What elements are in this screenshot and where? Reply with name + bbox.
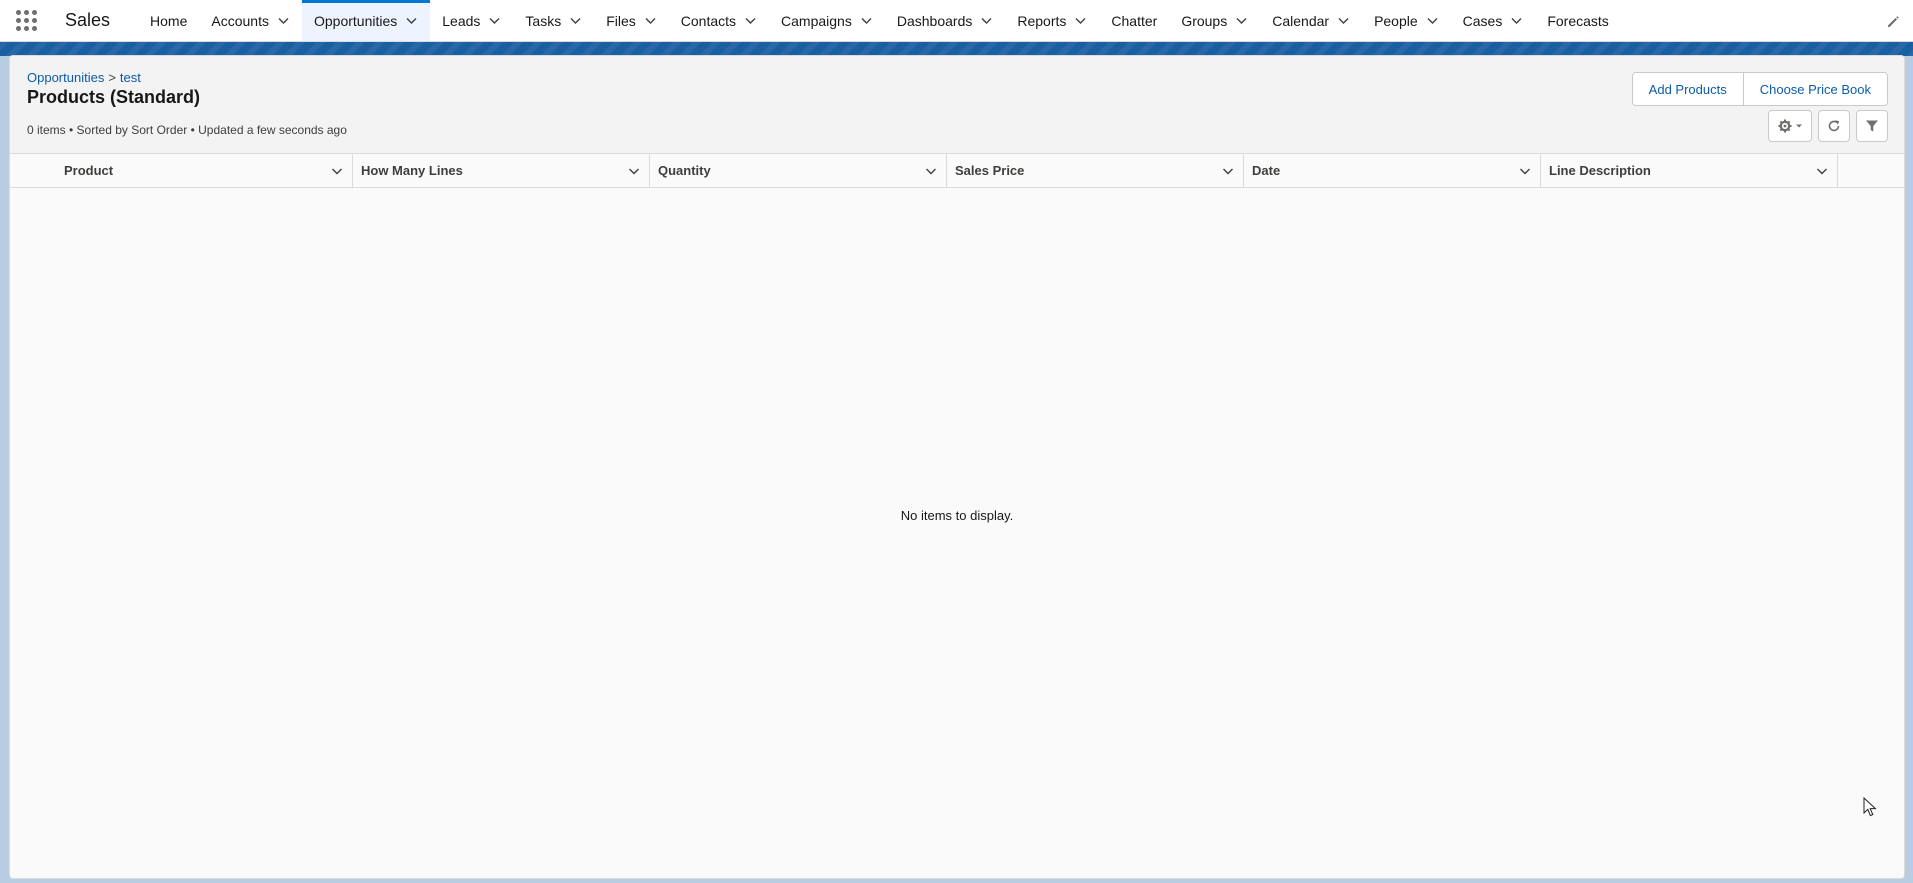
breadcrumb-opportunities-link[interactable]: Opportunities [27,70,104,85]
nav-tab-label: Chatter [1111,12,1158,29]
list-settings-button[interactable] [1768,110,1812,142]
nav-tab-label: Opportunities [313,12,398,29]
column-header-product[interactable]: Product [64,154,353,187]
filter-button[interactable] [1856,110,1888,142]
chevron-down-icon[interactable] [980,14,993,27]
nav-tab-groups[interactable]: Groups [1169,0,1260,41]
chevron-down-icon[interactable] [488,14,501,27]
nav-tab-dashboards[interactable]: Dashboards [885,0,1006,41]
chevron-down-icon[interactable] [1337,14,1350,27]
nav-tab-label: Groups [1181,12,1228,29]
app-launcher-icon [15,10,37,31]
nav-tab-label: Forecasts [1547,12,1609,29]
gear-icon [1778,119,1791,133]
nav-tab-accounts[interactable]: Accounts [199,0,302,41]
column-header-how-many-lines[interactable]: How Many Lines [353,154,650,187]
column-header-label: Sales Price [955,163,1025,178]
chevron-down-icon[interactable] [1074,14,1087,27]
column-header-label: Line Description [1549,163,1651,178]
chevron-down-icon[interactable] [277,14,290,27]
nav-tab-reports[interactable]: Reports [1005,0,1099,41]
chevron-down-icon[interactable] [744,14,757,27]
table-header: Product How Many Lines Quantity Sales Price… [10,154,1904,188]
column-menu-chevron-icon[interactable] [330,164,344,178]
column-menu-chevron-icon[interactable] [627,164,641,178]
nav-tab-leads[interactable]: Leads [430,0,513,41]
app-launcher-button[interactable] [0,0,52,41]
nav-tab-label: Reports [1017,12,1067,29]
column-menu-chevron-icon[interactable] [924,164,938,178]
nav-tab-forecasts[interactable]: Forecasts [1535,0,1620,41]
nav-tab-label: Files [606,12,636,29]
caret-down-icon [1795,124,1802,128]
nav-bar: Home Accounts Opportunities Leads Tasks Files… [138,0,1621,41]
nav-tab-opportunities[interactable]: Opportunities [301,0,431,41]
nav-tab-label: Tasks [525,12,562,29]
column-header-label: Product [64,163,114,178]
global-nav: Sales Home Accounts Opportunities Leads Task… [0,0,1913,42]
nav-tab-tasks[interactable]: Tasks [513,0,594,41]
nav-tab-calendar[interactable]: Calendar [1260,0,1362,41]
list-header: Opportunities > test Products (Standard) 0… [10,56,1904,154]
nav-tab-label: Contacts [680,12,737,29]
nav-tab-label: Cases [1462,12,1503,29]
column-header-label: Date [1252,163,1281,178]
list-status-text: 0 items • Sorted by Sort Order • Updated… [27,123,347,137]
refresh-icon [1828,120,1840,132]
mouse-cursor-icon [1863,797,1877,817]
column-header-label: How Many Lines [361,163,463,178]
nav-tab-label: Leads [442,12,481,29]
refresh-button[interactable] [1818,110,1850,142]
breadcrumb-separator: > [108,70,116,85]
column-menu-chevron-icon[interactable] [1815,164,1829,178]
nav-tab-label: Home [150,12,188,29]
column-header-sales-price[interactable]: Sales Price [947,154,1244,187]
list-controls [1768,110,1888,142]
edit-nav-pencil-icon[interactable] [1885,13,1901,29]
nav-tab-cases[interactable]: Cases [1451,0,1536,41]
header-banner [0,42,1913,56]
related-list-card: Opportunities > test Products (Standard) 0… [9,55,1905,879]
column-header-line-description[interactable]: Line Description [1541,154,1838,187]
nav-tab-home[interactable]: Home [138,0,199,41]
nav-tab-people[interactable]: People [1362,0,1451,41]
chevron-down-icon[interactable] [1510,14,1523,27]
row-number-column [10,154,64,187]
nav-tab-label: People [1374,12,1418,29]
nav-tab-chatter[interactable]: Chatter [1099,0,1169,41]
nav-tab-files[interactable]: Files [594,0,669,41]
filter-icon [1866,120,1878,132]
choose-price-book-button[interactable]: Choose Price Book [1742,73,1887,105]
action-button-group: Add Products Choose Price Book [1631,72,1888,106]
chevron-down-icon[interactable] [1235,14,1248,27]
chevron-down-icon[interactable] [860,14,873,27]
column-menu-chevron-icon[interactable] [1518,164,1532,178]
chevron-down-icon[interactable] [644,14,657,27]
nav-tab-campaigns[interactable]: Campaigns [769,0,885,41]
nav-tab-contacts[interactable]: Contacts [669,0,769,41]
nav-tab-label: Accounts [211,12,269,29]
chevron-down-icon[interactable] [569,14,582,27]
breadcrumb-record-link[interactable]: test [120,70,141,85]
empty-state-message: No items to display. [900,508,1014,523]
breadcrumb: Opportunities > test [27,70,141,85]
nav-tab-label: Calendar [1272,12,1330,29]
column-menu-chevron-icon[interactable] [1221,164,1235,178]
chevron-down-icon[interactable] [405,14,418,27]
page-title: Products (Standard) [27,87,201,107]
column-header-quantity[interactable]: Quantity [650,154,947,187]
column-header-date[interactable]: Date [1244,154,1541,187]
app-name: Sales [65,10,111,30]
nav-tab-label: Dashboards [896,12,973,29]
add-products-button[interactable]: Add Products [1632,73,1743,105]
chevron-down-icon[interactable] [1426,14,1439,27]
nav-tab-label: Campaigns [781,12,852,29]
column-header-label: Quantity [658,163,711,178]
